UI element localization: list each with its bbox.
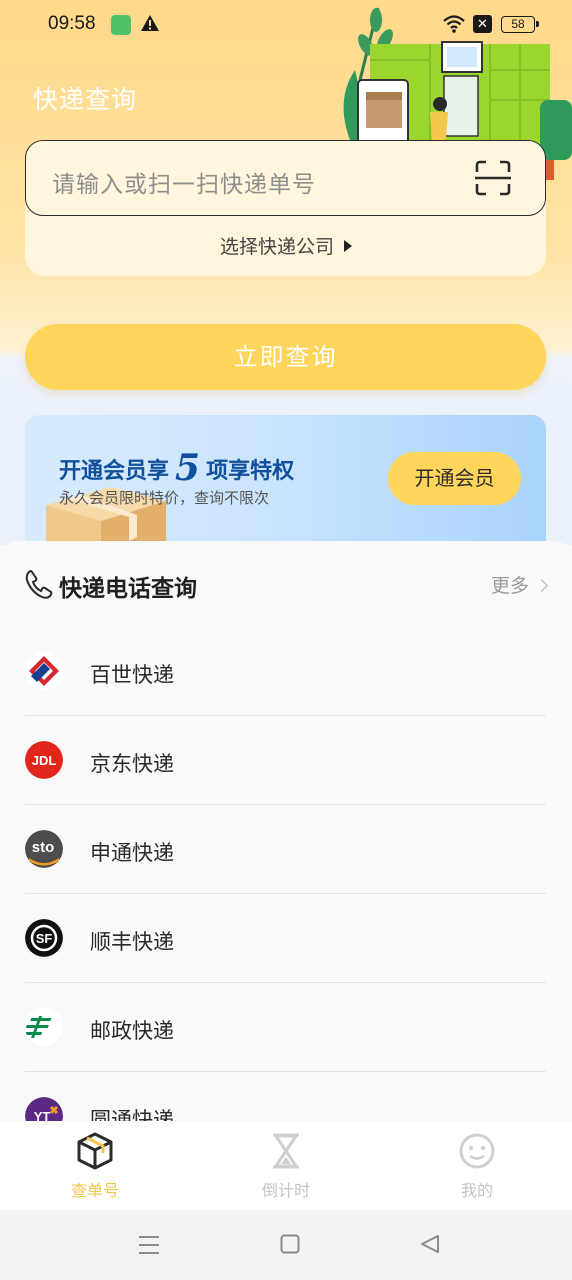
back-icon[interactable] xyxy=(420,1234,440,1258)
courier-name: 京东快递 xyxy=(90,752,174,776)
courier-name: 圆通快递 xyxy=(90,1108,174,1121)
tab-query-label: 查单号 xyxy=(70,1181,119,1200)
scan-icon[interactable] xyxy=(474,160,512,200)
tab-countdown[interactable]: 倒计时 xyxy=(191,1121,381,1210)
svg-text:JDL: JDL xyxy=(32,753,57,768)
yto-logo: YT xyxy=(25,1097,63,1121)
chevron-right-icon xyxy=(535,579,548,592)
jdl-logo: JDL xyxy=(25,741,63,779)
vip-title-prefix: 开通会员享 xyxy=(59,459,170,484)
package-icon xyxy=(76,1131,114,1175)
warning-icon xyxy=(140,14,160,36)
home-icon[interactable] xyxy=(280,1234,300,1258)
status-time: 09:58 xyxy=(48,13,96,34)
caret-right-icon xyxy=(344,239,352,252)
courier-item-sto[interactable]: sto 申通快递 xyxy=(25,805,546,894)
courier-item-best[interactable]: 百世快递 xyxy=(25,627,546,716)
courier-item-sf[interactable]: SF 顺丰快递 xyxy=(25,894,546,983)
hourglass-icon xyxy=(267,1131,305,1175)
sf-logo: SF xyxy=(25,919,63,957)
courier-name: 顺丰快递 xyxy=(90,930,174,954)
system-nav-bar xyxy=(0,1210,572,1280)
courier-item-jd[interactable]: JDL 京东快递 xyxy=(25,716,546,805)
vip-banner[interactable]: 开通会员享 5 项享特权 永久会员限时特价，查询不限次 开通会员 xyxy=(25,415,546,545)
svg-text:SF: SF xyxy=(36,931,53,946)
vip-benefit-count: 5 xyxy=(175,447,201,489)
more-label: 更多 xyxy=(490,575,529,597)
svg-text:YT: YT xyxy=(34,1109,51,1121)
page-title: 快递查询 xyxy=(33,85,138,114)
tracking-number-placeholder: 请输入或扫一扫快递单号 xyxy=(52,172,316,198)
select-courier-company[interactable]: 选择快递公司 xyxy=(0,232,572,259)
courier-item-yto[interactable]: YT 圆通快递 xyxy=(25,1072,546,1121)
tab-mine[interactable]: 我的 xyxy=(382,1121,572,1210)
courier-name: 邮政快递 xyxy=(90,1019,174,1043)
courier-phone-section: 快递电话查询 更多 百世快递 JDL 京东快递 sto 申通快递 SF 顺丰快递 xyxy=(0,541,572,1121)
courier-name: 百世快递 xyxy=(90,663,174,687)
vip-title: 开通会员享 5 项享特权 xyxy=(59,445,295,489)
query-now-button[interactable]: 立即查询 xyxy=(25,324,546,390)
china-post-logo xyxy=(25,1008,63,1046)
app-notification-icon xyxy=(111,15,131,35)
select-courier-label: 选择快递公司 xyxy=(219,236,334,258)
tracking-number-input[interactable]: 请输入或扫一扫快递单号 xyxy=(25,140,546,216)
svg-text:sto: sto xyxy=(32,839,55,856)
smiley-icon xyxy=(458,1131,496,1175)
bottom-tab-bar: 查单号 倒计时 我的 xyxy=(0,1121,572,1210)
phone-query-header: 快递电话查询 更多 xyxy=(25,567,548,603)
courier-item-post[interactable]: 邮政快递 xyxy=(25,983,546,1072)
tab-query[interactable]: 查单号 xyxy=(0,1121,190,1210)
best-express-logo xyxy=(25,652,63,690)
tab-mine-label: 我的 xyxy=(460,1181,493,1200)
open-membership-button[interactable]: 开通会员 xyxy=(388,452,521,505)
sto-logo: sto xyxy=(25,830,63,868)
tab-countdown-label: 倒计时 xyxy=(261,1181,310,1200)
vip-title-suffix: 项享特权 xyxy=(206,459,295,484)
more-link[interactable]: 更多 xyxy=(490,571,548,598)
vip-subtitle: 永久会员限时特价，查询不限次 xyxy=(59,489,270,507)
courier-name: 申通快递 xyxy=(90,841,174,865)
phone-query-title: 快递电话查询 xyxy=(59,576,197,602)
menu-icon[interactable] xyxy=(138,1234,160,1260)
courier-list: 百世快递 JDL 京东快递 sto 申通快递 SF 顺丰快递 邮政快递 YT 圆… xyxy=(25,627,546,1121)
phone-icon xyxy=(25,569,53,603)
